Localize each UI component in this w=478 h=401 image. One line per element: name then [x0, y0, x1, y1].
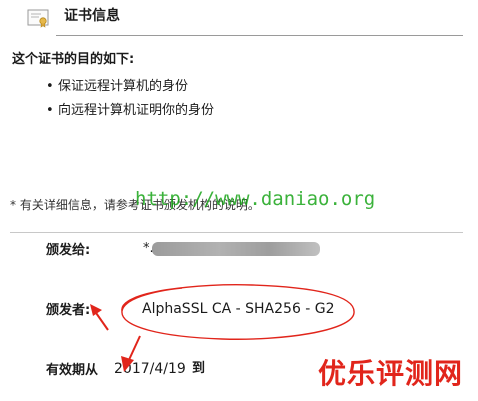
watermark-url: http://www.daniao.org	[135, 188, 376, 210]
list-item-label: 保证远程计算机的身份	[58, 79, 189, 94]
issued-to-label: 颁发给:	[46, 243, 91, 258]
list-item: • 保证远程计算机的身份	[46, 77, 188, 97]
section-divider	[10, 232, 463, 233]
bullet: •	[46, 103, 54, 118]
arrow-icon	[90, 304, 141, 372]
header-divider	[56, 35, 463, 36]
issued-by-label: 颁发者:	[46, 303, 91, 318]
page-title: 证书信息	[64, 8, 120, 24]
list-item-label: 向远程计算机证明你的身份	[58, 103, 215, 118]
brand-watermark: 优乐评测网	[318, 357, 464, 390]
bullet: •	[46, 79, 54, 94]
certificate-icon	[27, 8, 49, 28]
redacted-domain	[152, 242, 320, 256]
highlight-ellipse	[121, 284, 355, 340]
valid-to-label: 到	[192, 361, 206, 376]
list-item: • 向远程计算机证明你的身份	[46, 101, 214, 121]
purpose-heading: 这个证书的目的如下:	[12, 52, 135, 67]
